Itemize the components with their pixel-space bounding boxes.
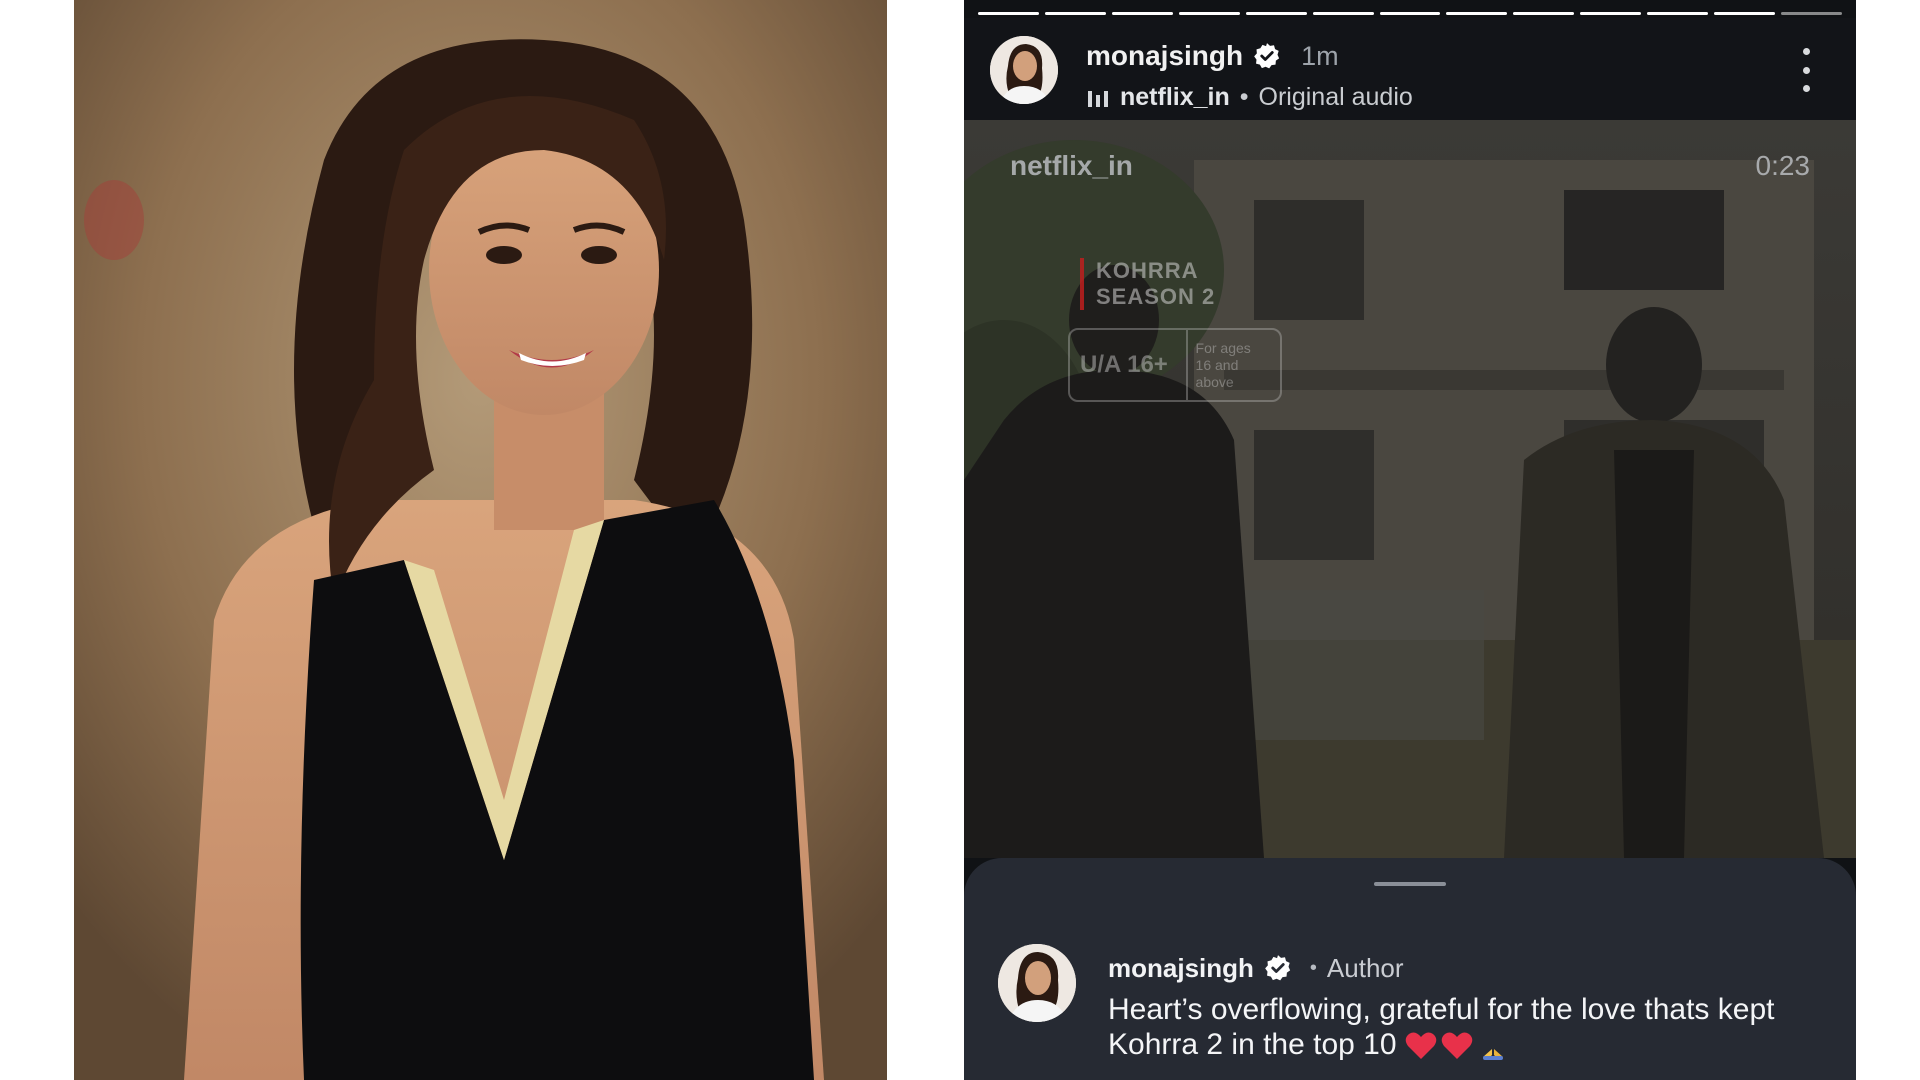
heart-emoji-icon xyxy=(1405,1032,1437,1060)
avatar-portrait xyxy=(990,36,1058,104)
audio-attribution[interactable]: netflix_in • Original audio xyxy=(1088,80,1413,114)
story-progress-segment xyxy=(1446,12,1508,15)
author-badge: Author xyxy=(1326,952,1404,983)
heart-emoji-icon xyxy=(1441,1032,1473,1060)
audio-bars-icon xyxy=(1088,87,1110,107)
sheet-drag-handle[interactable] xyxy=(1374,882,1446,886)
reel-duration: 0:23 xyxy=(1755,150,1811,181)
show-title-overlay: KOHRRA SEASON 2 xyxy=(1080,258,1215,310)
rating-note-line1: For ages xyxy=(1195,339,1251,356)
rating-note-line2: 16 and above xyxy=(1195,356,1239,390)
portrait-photo xyxy=(74,0,887,1080)
story-timestamp: 1m xyxy=(1301,40,1339,71)
comment-author-avatar[interactable] xyxy=(998,944,1076,1022)
story-viewer: monajsingh 1m netflix_in • Original audi… xyxy=(964,0,1856,1080)
show-title-line1: KOHRRA xyxy=(1096,258,1199,283)
author-separator: • xyxy=(1309,956,1317,979)
verified-badge-icon xyxy=(1254,43,1280,69)
story-progress-segment xyxy=(1178,12,1240,15)
verified-badge-icon xyxy=(1265,955,1291,981)
more-options-button[interactable] xyxy=(1796,48,1816,92)
story-author-row: monajsingh 1m xyxy=(1086,36,1339,76)
audio-label[interactable]: Original audio xyxy=(1259,83,1413,112)
reel-still-image xyxy=(964,120,1856,858)
story-header: monajsingh 1m netflix_in • Original audi… xyxy=(964,18,1856,120)
audio-separator: • xyxy=(1239,82,1249,111)
comment-username[interactable]: monajsingh xyxy=(1108,953,1254,984)
comment-sheet: monajsingh • Author Heart’s overflowing,… xyxy=(964,858,1856,1080)
story-username[interactable]: monajsingh xyxy=(1086,40,1243,72)
folded-hands-emoji-icon xyxy=(1482,1033,1503,1061)
more-dot-icon xyxy=(1802,85,1810,92)
more-dot-icon xyxy=(1802,66,1810,74)
story-progress-segment xyxy=(978,12,1039,15)
story-progress-segment xyxy=(1245,12,1307,15)
story-progress-segment xyxy=(1647,12,1709,15)
story-progress-segment xyxy=(1379,12,1441,15)
content-rating-badge: U/A 16+ For ages 16 and above xyxy=(1068,328,1282,402)
rating-label: U/A 16+ xyxy=(1070,330,1188,400)
story-progress-segment xyxy=(1580,12,1642,15)
shared-reel-preview[interactable]: netflix_in 0:23 KOHRRA SEASON 2 U/A 16+ … xyxy=(964,120,1856,858)
story-progress-segment xyxy=(1044,12,1106,15)
comment-body: Heart’s overflowing, grateful for the lo… xyxy=(1108,992,1838,1062)
comment-emojis xyxy=(1405,1031,1509,1061)
rating-note: For ages 16 and above xyxy=(1188,340,1280,391)
avatar-portrait xyxy=(998,944,1076,1022)
reel-account-label[interactable]: netflix_in xyxy=(1010,150,1133,182)
story-progress-segment xyxy=(1714,12,1776,15)
story-progress-segment xyxy=(1111,12,1173,15)
story-progress-segment xyxy=(1513,12,1575,15)
story-progress-bar xyxy=(978,12,1842,16)
show-title-line2: SEASON 2 xyxy=(1096,284,1216,309)
screenshot-canvas: monajsingh 1m netflix_in • Original audi… xyxy=(0,0,1920,1080)
story-progress-segment xyxy=(1312,12,1374,15)
audio-account[interactable]: netflix_in xyxy=(1120,83,1230,112)
portrait-illustration xyxy=(74,0,887,1080)
story-author-avatar[interactable] xyxy=(990,36,1058,104)
more-dot-icon xyxy=(1802,48,1810,55)
comment-header: monajsingh • Author xyxy=(1108,950,1404,986)
story-progress-segment xyxy=(1781,12,1842,15)
